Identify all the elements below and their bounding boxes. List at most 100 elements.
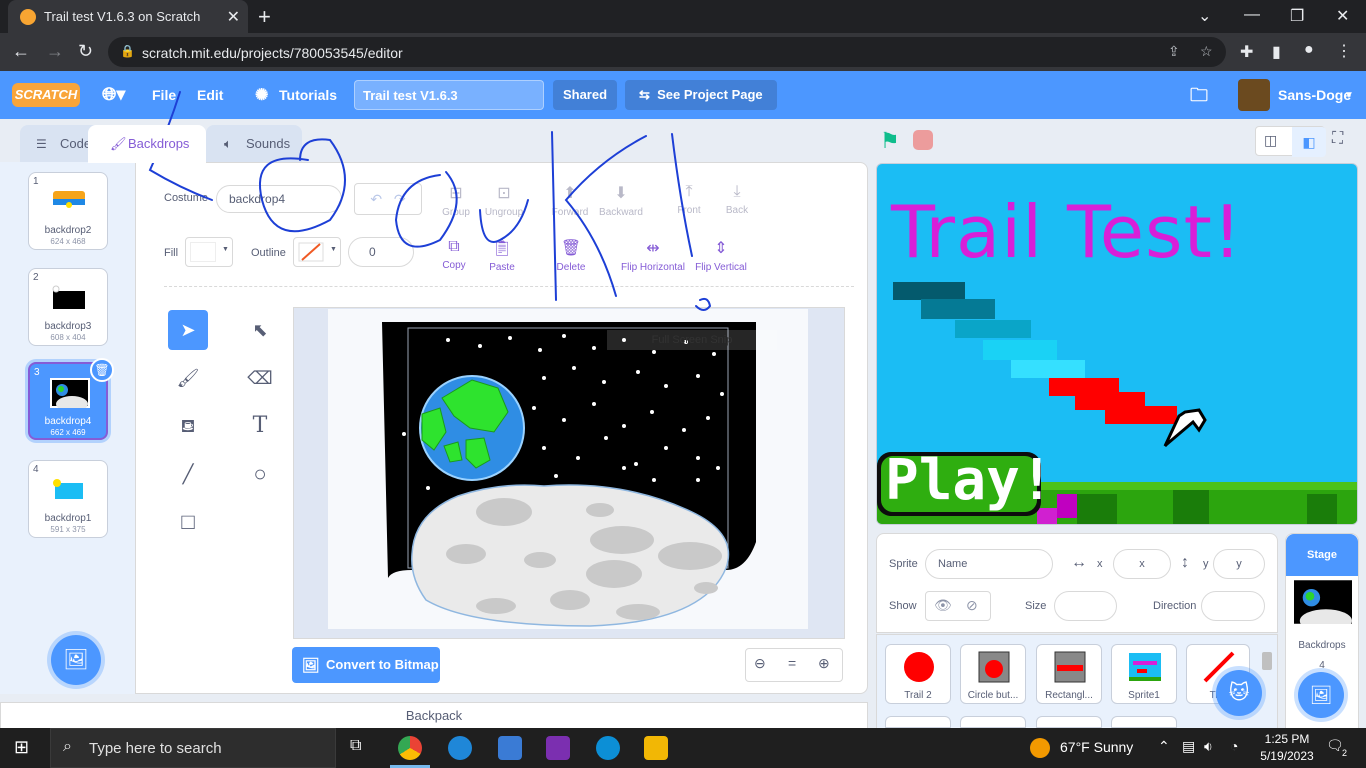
profile-icon[interactable]: ● (1304, 41, 1314, 59)
small-stage-icon[interactable]: ◫ (1264, 132, 1277, 149)
forward-icon[interactable]: → (46, 41, 64, 62)
flip-horizontal-button[interactable]: ⇹ Flip Horizontal (620, 238, 686, 273)
project-title-input[interactable]: Trail test V1.6.3 (354, 80, 544, 110)
zoom-out-icon[interactable]: ⊖ (754, 655, 766, 672)
share-icon[interactable]: ⇪ (1168, 43, 1180, 60)
store-icon[interactable] (498, 736, 522, 760)
omnibox[interactable]: 🔒 scratch.mit.edu/projects/780053545/edi… (108, 37, 1226, 67)
forward-button[interactable]: ⬆ Forward (545, 183, 595, 218)
group-button[interactable]: ⊞ Group (431, 183, 481, 218)
brush-tool-icon[interactable]: 🖌︎ (168, 358, 208, 398)
close-window-icon[interactable]: ✕ (1336, 6, 1349, 26)
file-explorer-icon[interactable] (644, 736, 668, 760)
avatar[interactable] (1238, 79, 1270, 111)
choose-sprite-cat-icon[interactable]: 🐱︎ (1216, 670, 1262, 716)
backdrop-artwork[interactable] (294, 308, 846, 640)
network-icon[interactable]: ▤ (1182, 738, 1195, 755)
task-view-icon[interactable]: ⧉ (350, 737, 361, 755)
new-tab-button[interactable]: + (258, 4, 271, 30)
tray-chevron-icon[interactable]: ⌃ (1158, 738, 1170, 755)
back-button[interactable]: ⤓ Back (712, 183, 762, 216)
onedrive-icon[interactable] (448, 736, 472, 760)
sprite-tile[interactable] (1036, 716, 1102, 728)
onenote-icon[interactable] (546, 736, 570, 760)
flip-vertical-button[interactable]: ⇕ Flip Vertical (692, 238, 750, 273)
bookmark-star-icon[interactable]: ☆ (1200, 43, 1213, 60)
username-menu[interactable]: Sans-Doge (1278, 87, 1351, 103)
minimize-icon[interactable]: — (1244, 6, 1260, 24)
sprite-tile[interactable]: Sprite1 (1111, 644, 1177, 704)
redo-icon[interactable]: ↷ (394, 191, 406, 207)
file-menu[interactable]: File (152, 87, 176, 103)
green-flag-icon[interactable]: ⚑ (880, 128, 900, 154)
zoom-reset-button[interactable]: = (788, 655, 796, 671)
direction-input[interactable] (1201, 591, 1265, 621)
wifi-icon[interactable]: ◔ (1230, 738, 1238, 754)
volume-icon[interactable]: 🔉︎ (1204, 738, 1213, 755)
restore-icon[interactable]: ❐ (1290, 6, 1304, 26)
fill-bucket-tool-icon[interactable]: ⛾ (168, 406, 208, 446)
backdrop-item[interactable]: 2 backdrop3 608 x 404 (28, 268, 108, 346)
stop-icon[interactable] (913, 130, 933, 150)
text-tool-icon[interactable]: T (240, 406, 280, 446)
tab-sounds[interactable]: 🔈︎ Sounds (206, 125, 302, 163)
clock-date[interactable]: 5/19/2023 (1258, 749, 1316, 763)
undo-icon[interactable]: ↶ (370, 191, 382, 207)
shared-button[interactable]: Shared (553, 80, 617, 110)
outline-width-input[interactable]: 0 (348, 237, 414, 267)
taskbar-search[interactable]: ⌕ Type here to search (50, 728, 336, 768)
paint-canvas[interactable] (293, 307, 845, 639)
size-input[interactable] (1054, 591, 1117, 621)
url-text[interactable]: scratch.mit.edu/projects/780053545/edito… (142, 45, 403, 61)
tab-backdrops[interactable]: 🖌︎ Backdrops (88, 125, 206, 163)
fill-color-picker[interactable]: ▼ (185, 237, 233, 267)
weather-text[interactable]: 67°F Sunny (1060, 739, 1133, 755)
paste-button[interactable]: 📋︎ Paste (477, 238, 527, 273)
large-stage-icon[interactable]: ◧ (1292, 127, 1326, 157)
delete-button[interactable]: 🗑︎ Delete (546, 238, 596, 273)
sprite-tile[interactable] (1111, 716, 1177, 728)
backdrop-item[interactable]: 1 backdrop2 624 x 468 (28, 172, 108, 250)
see-project-page-button[interactable]: ⇆ See Project Page (625, 80, 777, 110)
copy-button[interactable]: ⧉ Copy (429, 238, 479, 271)
show-eye-icon[interactable]: 👁︎ (934, 597, 952, 614)
account-caret-icon[interactable]: ▼ (1344, 90, 1354, 101)
delete-backdrop-trash-icon[interactable]: 🗑︎ (90, 358, 114, 382)
circle-tool-icon[interactable]: ○ (240, 454, 280, 494)
backdrop-item[interactable]: 4 backdrop1 591 x 375 (28, 460, 108, 538)
reload-icon[interactable]: ↻ (78, 41, 93, 62)
scratch-logo[interactable]: SCRATCH (12, 83, 80, 107)
front-button[interactable]: ⤒ Front (664, 183, 714, 216)
edit-menu[interactable]: Edit (197, 87, 223, 103)
costume-name-input[interactable]: backdrop4 (216, 185, 342, 213)
close-tab-icon[interactable]: ✕ (227, 7, 240, 27)
chrome-menu-icon[interactable]: ⋮ (1336, 41, 1352, 61)
convert-to-bitmap-button[interactable]: 🖼︎ Convert to Bitmap (292, 647, 440, 683)
hide-eye-icon[interactable]: ⊘ (966, 597, 978, 614)
outline-color-picker[interactable]: ▼ (293, 237, 341, 267)
language-globe-icon[interactable]: 🌐︎▾ (102, 84, 125, 105)
rectangle-tool-icon[interactable]: □ (168, 502, 208, 542)
windows-start-icon[interactable]: ⊞ (14, 737, 29, 758)
play-button-text[interactable]: Play! (885, 448, 1054, 513)
select-tool-arrow-icon[interactable]: ➤ (168, 310, 208, 350)
browser-tab[interactable]: Trail test V1.6.3 on Scratch ✕ (8, 0, 248, 33)
clock-time[interactable]: 1:25 PM (1262, 732, 1312, 746)
back-icon[interactable]: ← (12, 41, 30, 62)
sprite-list-scrollbar[interactable] (1262, 652, 1272, 670)
choose-backdrop-icon[interactable]: 🖼︎ (1298, 672, 1344, 718)
sprite-tile[interactable] (960, 716, 1026, 728)
lock-icon[interactable]: 🔒 (120, 44, 135, 58)
eraser-tool-icon[interactable]: ⌫ (240, 358, 280, 398)
backward-button[interactable]: ⬇ Backward (596, 183, 646, 218)
x-input[interactable]: x (1113, 549, 1171, 579)
backpack-bar[interactable]: Backpack (0, 702, 868, 730)
reshape-tool-icon[interactable]: ⬉ (240, 310, 280, 350)
sprite-tile[interactable] (885, 716, 951, 728)
tutorials-menu[interactable]: Tutorials (279, 87, 337, 103)
edge-icon[interactable] (596, 736, 620, 760)
tutorials-lightbulb-icon[interactable]: ✺ (255, 85, 268, 105)
my-stuff-folder-icon[interactable]: 🗀 (1190, 83, 1208, 113)
sprite-tile[interactable]: Rectangl... (1036, 644, 1102, 704)
line-tool-icon[interactable]: ╱ (168, 454, 208, 494)
